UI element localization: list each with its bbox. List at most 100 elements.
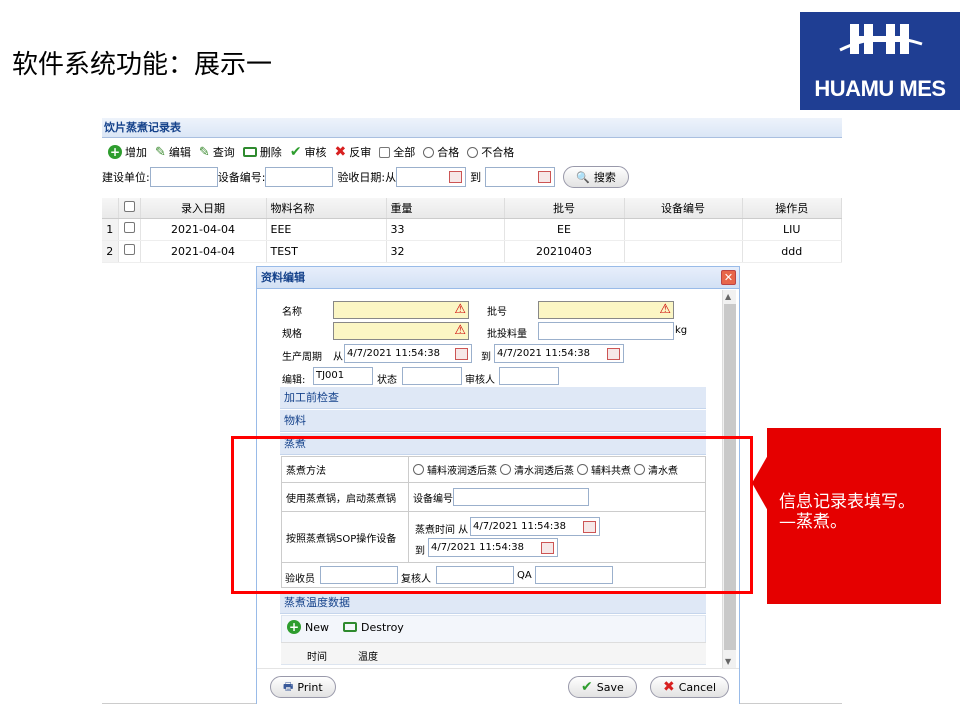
search-icon: 🔍 — [576, 170, 590, 184]
destroy-button[interactable]: Destroy — [343, 621, 404, 634]
cell-weight: 33 — [386, 218, 505, 241]
filter-pass-radio[interactable]: 合格 — [423, 144, 459, 160]
period-from-input[interactable]: 4/7/2021 11:54:38 — [344, 344, 472, 363]
feed-unit: kg — [675, 325, 688, 336]
cell-batch: EE — [504, 218, 625, 241]
row-number-header — [102, 198, 119, 219]
huamu-logo: HUAMU MES — [800, 12, 960, 110]
row-checkbox[interactable] — [118, 240, 141, 263]
date-from-input[interactable] — [396, 167, 467, 187]
delete-button[interactable]: 删除 — [242, 144, 282, 160]
name-label: 名称 — [282, 307, 302, 318]
radio-icon — [467, 146, 479, 158]
batch-label: 批号 — [487, 307, 507, 318]
period-to-label: 到 — [481, 352, 491, 363]
cell-operator: ddd — [742, 240, 842, 263]
section-preprocess[interactable]: 加工前检查 — [280, 387, 706, 409]
checkbox-icon[interactable] — [123, 244, 135, 255]
filter-fail-radio[interactable]: 不合格 — [467, 144, 514, 160]
to-label: 到 — [470, 171, 482, 184]
cell-operator: LIU — [742, 218, 842, 241]
column-header[interactable]: 录入日期 — [140, 198, 267, 219]
plus-icon: + — [108, 145, 122, 159]
scroll-up-icon[interactable]: ▲ — [725, 292, 731, 301]
query-button[interactable]: ✎ 查询 — [199, 144, 235, 160]
warning-icon: ⚠ — [454, 323, 466, 338]
print-button[interactable]: 🖶 Print — [270, 676, 336, 698]
status-input[interactable] — [402, 367, 462, 385]
temp-col-temp[interactable]: 温度 — [358, 648, 378, 663]
section-material[interactable]: 物料 — [280, 410, 706, 432]
date-label: 验收日期:从 — [337, 171, 397, 184]
table-row[interactable]: 1 2021-04-04 EEE 33 EE LIU — [102, 218, 842, 241]
record-window: 饮片蒸煮记录表 + 增加 ✎ 编辑 ✎ 查询 删除 ✔ 审核 ✖ 反审 全部 合格 不合格… — [102, 118, 842, 268]
row-checkbox[interactable] — [118, 218, 141, 241]
audit-button[interactable]: ✔ 审核 — [290, 144, 327, 160]
feed-input[interactable] — [538, 322, 674, 340]
close-icon[interactable]: ✕ — [721, 270, 736, 285]
dialog-title-text: 资料编辑 — [261, 271, 305, 284]
cell-date: 2021-04-04 — [140, 218, 267, 241]
period-from-label: 从 — [333, 352, 343, 363]
batch-input[interactable]: ⚠ — [538, 301, 674, 319]
save-button[interactable]: ✔ Save — [568, 676, 637, 698]
minus-icon — [242, 147, 257, 157]
pencil-icon: ✎ — [198, 144, 210, 160]
cell-date: 2021-04-04 — [140, 240, 267, 263]
cross-icon: ✖ — [334, 144, 347, 160]
plus-icon: + — [287, 620, 301, 634]
select-all-header[interactable] — [118, 198, 141, 219]
radio-icon — [423, 146, 435, 158]
callout-arrow-fill — [758, 461, 769, 505]
unaudit-button[interactable]: ✖ 反审 — [335, 144, 372, 160]
feed-label: 批投料量 — [487, 329, 527, 340]
edit-button[interactable]: ✎ 编辑 — [155, 144, 191, 160]
period-to-input[interactable]: 4/7/2021 11:54:38 — [494, 344, 624, 363]
column-header[interactable]: 设备编号 — [624, 198, 743, 219]
new-button[interactable]: + New — [287, 620, 329, 634]
scroll-down-icon[interactable]: ▼ — [725, 657, 731, 666]
date-to-input[interactable] — [485, 167, 556, 187]
name-input[interactable]: ⚠ — [333, 301, 469, 319]
filter-all-checkbox[interactable]: 全部 — [379, 144, 415, 160]
temp-header — [281, 642, 706, 664]
add-button[interactable]: + 增加 — [108, 144, 147, 160]
cancel-button[interactable]: ✖ Cancel — [650, 676, 729, 698]
spec-input[interactable]: ⚠ — [333, 322, 469, 340]
column-header[interactable]: 物料名称 — [266, 198, 387, 219]
minus-icon — [343, 622, 357, 632]
calendar-icon[interactable] — [538, 171, 552, 183]
checkbox-icon[interactable] — [123, 200, 135, 212]
code-label: 编辑: — [282, 375, 306, 386]
calendar-icon[interactable] — [607, 348, 620, 360]
code-input[interactable]: TJ001 — [313, 367, 373, 385]
column-header[interactable]: 操作员 — [742, 198, 842, 219]
section-temperature[interactable]: 蒸煮温度数据 — [280, 592, 706, 614]
spec-label: 规格 — [282, 329, 302, 340]
grid-header: 录入日期 物料名称 重量 批号 设备编号 操作员 — [102, 198, 842, 219]
calendar-icon[interactable] — [455, 348, 468, 360]
record-grid: 录入日期 物料名称 重量 批号 设备编号 操作员 1 2021-04-04 EE… — [102, 198, 842, 263]
column-header[interactable]: 重量 — [386, 198, 505, 219]
row-number: 1 — [102, 218, 119, 241]
cell-material: TEST — [266, 240, 387, 263]
status-label: 状态 — [377, 375, 397, 386]
cell-material: EEE — [266, 218, 387, 241]
toolbar: + 增加 ✎ 编辑 ✎ 查询 删除 ✔ 审核 ✖ 反审 全部 合格 不合格 — [108, 144, 514, 160]
cell-device — [624, 218, 743, 241]
callout-box: 信息记录表填写。—蒸煮。 — [767, 428, 941, 604]
unit-input[interactable] — [149, 167, 218, 187]
period-to-value: 4/7/2021 11:54:38 — [497, 348, 591, 359]
search-row: 建设单位: 设备编号: 验收日期:从 到 🔍 搜索 — [102, 166, 629, 188]
auditor-input[interactable] — [499, 367, 559, 385]
checkbox-icon[interactable] — [123, 222, 135, 233]
callout-text: 信息记录表填写。—蒸煮。 — [779, 492, 915, 532]
table-row[interactable]: 2 2021-04-04 TEST 32 20210403 ddd — [102, 240, 842, 263]
temp-col-time[interactable]: 时间 — [307, 648, 327, 663]
device-input[interactable] — [265, 167, 334, 187]
period-label: 生产周期 — [282, 352, 322, 363]
calendar-icon[interactable] — [449, 171, 463, 183]
search-button[interactable]: 🔍 搜索 — [563, 166, 629, 188]
column-header[interactable]: 批号 — [504, 198, 625, 219]
row-number: 2 — [102, 240, 119, 263]
